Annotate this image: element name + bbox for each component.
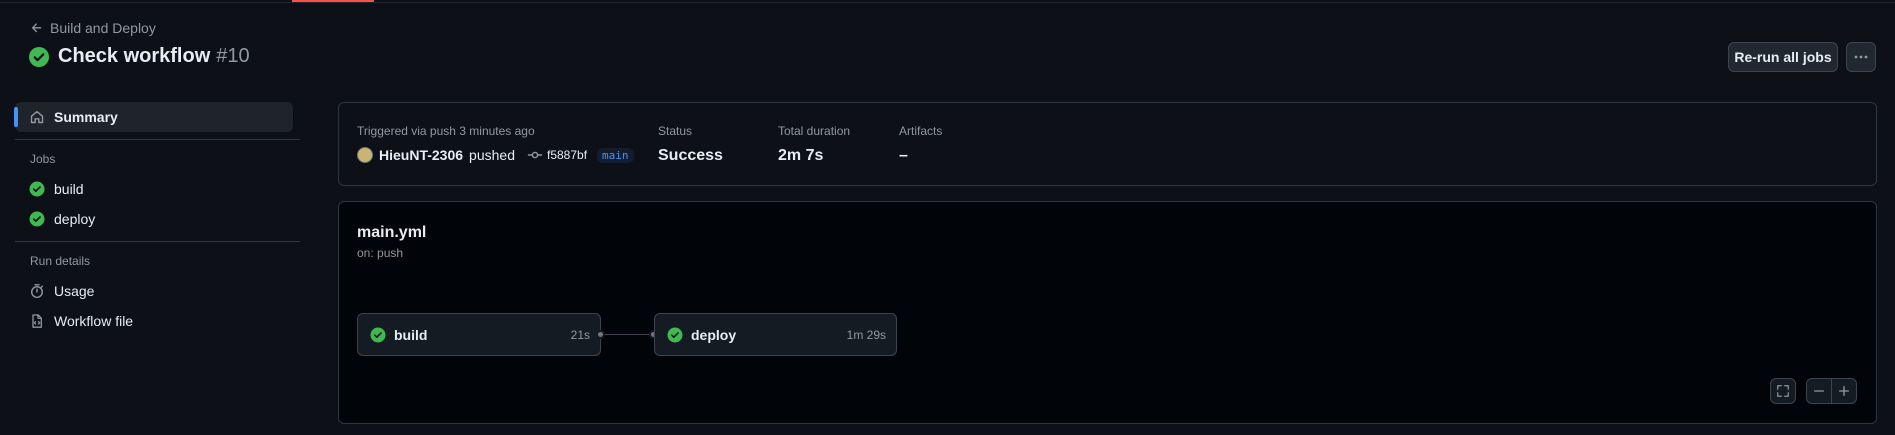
job-duration: 21s <box>570 327 590 342</box>
commit-link[interactable]: f5887bf <box>527 147 587 163</box>
graph-job-deploy[interactable]: deploy 1m 29s <box>654 313 897 356</box>
connector-dot <box>596 330 605 339</box>
avatar[interactable] <box>357 147 373 163</box>
sidebar: Summary Jobs build deploy Run details Us… <box>14 100 300 336</box>
commit-sha: f5887bf <box>546 148 588 162</box>
sidebar-divider <box>15 139 300 140</box>
trigger-label: Triggered via push 3 minutes ago <box>357 124 535 138</box>
artifacts-label: Artifacts <box>899 124 943 138</box>
check-circle-fill-icon <box>29 46 49 67</box>
run-summary-card: Triggered via push 3 minutes ago HieuNT-… <box>338 102 1877 186</box>
workflow-file-name: main.yml <box>357 224 427 241</box>
sidebar-item-job-build[interactable]: build <box>15 174 300 204</box>
fullscreen-button[interactable] <box>1770 378 1796 404</box>
branch-badge[interactable]: main <box>597 147 634 163</box>
sidebar-item-label: Summary <box>54 109 118 125</box>
check-circle-fill-icon <box>29 211 45 227</box>
job-connector <box>601 334 654 335</box>
workflow-graph-card: main.yml on: push build 21s deploy 1m 29… <box>338 201 1877 424</box>
sidebar-item-label: Workflow file <box>54 313 134 329</box>
duration-value: 2m 7s <box>778 147 824 164</box>
run-number: #10 <box>216 45 250 67</box>
check-circle-fill-icon <box>370 327 386 342</box>
kebab-horizontal-icon <box>1854 55 1868 59</box>
sidebar-heading-run-details: Run details <box>30 254 91 268</box>
graph-job-build[interactable]: build 21s <box>357 313 601 356</box>
job-duration: 1m 29s <box>846 327 886 342</box>
trigger-action: pushed <box>469 147 515 163</box>
sidebar-divider <box>15 241 300 242</box>
home-icon <box>30 110 44 124</box>
back-link[interactable]: Build and Deploy <box>30 20 156 36</box>
sidebar-item-label: deploy <box>54 211 96 227</box>
fullscreen-icon <box>1777 385 1789 397</box>
zoom-out-icon <box>1813 390 1825 392</box>
zoom-out-button[interactable] <box>1806 378 1832 404</box>
sidebar-item-workflow-file[interactable]: Workflow file <box>15 306 300 336</box>
page-title-row: Check workflow #10 <box>29 45 250 68</box>
sidebar-item-label: Usage <box>54 283 95 299</box>
status-label: Status <box>658 124 693 138</box>
duration-label: Total duration <box>778 124 851 138</box>
workflow-trigger: on: push <box>357 246 404 260</box>
status-value: Success <box>658 147 723 164</box>
zoom-in-button[interactable] <box>1831 378 1857 404</box>
top-divider <box>0 2 1895 3</box>
job-name: deploy <box>691 326 737 343</box>
back-link-label: Build and Deploy <box>50 20 156 36</box>
trigger-details: HieuNT-2306 pushed f5887bf main <box>357 147 634 163</box>
file-code-icon <box>32 314 42 328</box>
sidebar-item-usage[interactable]: Usage <box>15 276 300 306</box>
more-actions-button[interactable] <box>1846 42 1876 72</box>
zoom-in-icon <box>1838 385 1850 397</box>
sidebar-heading-jobs: Jobs <box>30 152 56 166</box>
job-name: build <box>394 326 428 343</box>
sidebar-item-summary[interactable]: Summary <box>14 102 293 132</box>
sidebar-item-job-deploy[interactable]: deploy <box>15 204 300 234</box>
actor-link[interactable]: HieuNT-2306 <box>379 147 463 163</box>
check-circle-fill-icon <box>667 327 683 342</box>
rerun-all-jobs-button[interactable]: Re-run all jobs <box>1728 42 1838 72</box>
arrow-left-icon <box>31 23 42 33</box>
sidebar-item-label: build <box>54 181 84 197</box>
stopwatch-icon <box>30 284 44 299</box>
artifacts-value: – <box>899 147 908 164</box>
git-commit-icon <box>527 151 543 159</box>
page-title: Check workflow <box>58 45 211 67</box>
check-circle-fill-icon <box>29 181 45 197</box>
